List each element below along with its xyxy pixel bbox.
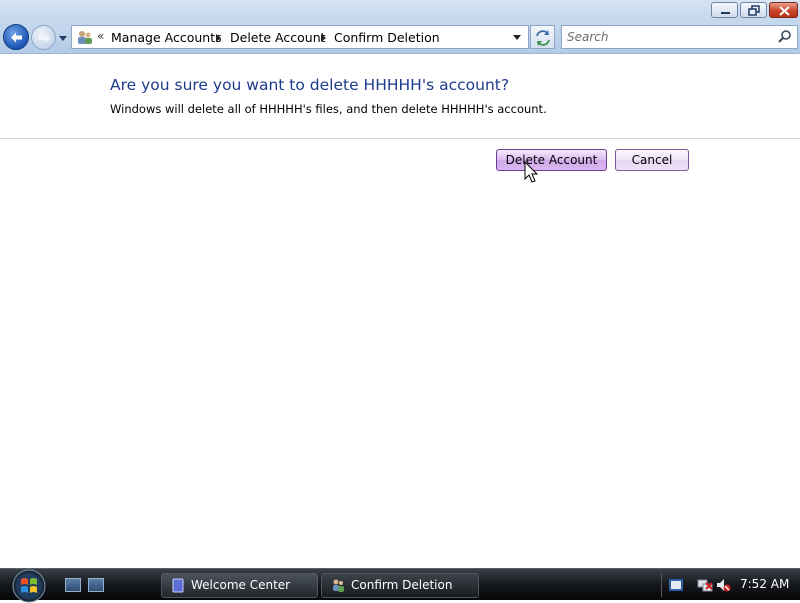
taskbar: Welcome Center Confirm Deletion 7:52 AM xyxy=(0,568,800,603)
search-placeholder: Search xyxy=(567,30,609,44)
forward-button[interactable] xyxy=(31,25,56,50)
clock[interactable]: 7:52 AM xyxy=(740,577,789,591)
divider xyxy=(0,138,800,139)
user-accounts-icon xyxy=(78,31,92,44)
user-accounts-icon xyxy=(333,579,344,592)
show-desktop-icon[interactable] xyxy=(65,578,81,592)
mouse-pointer-icon xyxy=(524,161,539,183)
minimize-icon xyxy=(721,12,730,14)
taskbar-item-label: Confirm Deletion xyxy=(351,578,453,592)
close-button[interactable] xyxy=(769,2,798,18)
restore-icon xyxy=(748,5,760,16)
back-arrow-icon xyxy=(11,32,22,43)
breadcrumb-confirm-deletion[interactable]: Confirm Deletion xyxy=(334,30,440,45)
refresh-button[interactable] xyxy=(530,25,555,49)
search-icon[interactable] xyxy=(777,29,793,45)
navigation-bar: « Manage Accounts Delete Account Confirm… xyxy=(0,21,800,54)
minimize-button[interactable] xyxy=(711,2,738,18)
restore-button[interactable] xyxy=(740,2,767,18)
welcome-center-icon xyxy=(172,578,184,593)
tray-separator xyxy=(661,573,662,597)
recent-pages-button[interactable] xyxy=(57,30,69,44)
breadcrumb-separator-icon[interactable] xyxy=(321,34,326,42)
close-icon xyxy=(779,6,790,16)
breadcrumb-separator-icon[interactable] xyxy=(216,34,221,42)
back-button[interactable] xyxy=(3,24,29,50)
content-area: Are you sure you want to delete HHHHH's … xyxy=(0,55,800,568)
refresh-icon xyxy=(536,30,550,46)
search-input[interactable]: Search xyxy=(561,25,798,49)
taskbar-item-label: Welcome Center xyxy=(191,578,291,592)
network-icon[interactable] xyxy=(697,577,713,593)
page-title: Are you sure you want to delete HHHHH's … xyxy=(110,76,510,94)
switch-windows-icon[interactable] xyxy=(88,578,104,592)
taskbar-item-confirm-deletion[interactable]: Confirm Deletion xyxy=(321,573,479,598)
start-button[interactable] xyxy=(9,569,49,603)
breadcrumb-manage-accounts[interactable]: Manage Accounts xyxy=(111,30,222,45)
address-bar[interactable]: « Manage Accounts Delete Account Confirm… xyxy=(71,25,529,49)
address-dropdown-icon[interactable] xyxy=(513,35,521,40)
confirmation-message: Windows will delete all of HHHHH's files… xyxy=(110,102,547,116)
chevron-down-icon xyxy=(59,36,67,41)
cancel-button[interactable]: Cancel xyxy=(615,149,689,171)
breadcrumb-delete-account[interactable]: Delete Account xyxy=(230,30,326,45)
language-bar-icon[interactable] xyxy=(668,577,684,593)
forward-arrow-icon xyxy=(39,33,50,43)
title-bar xyxy=(0,0,800,21)
taskbar-item-welcome-center[interactable]: Welcome Center xyxy=(161,573,318,598)
overflow-chevron-icon[interactable]: « xyxy=(97,29,104,43)
delete-account-button[interactable]: Delete Account xyxy=(496,149,607,171)
volume-muted-icon[interactable] xyxy=(715,577,731,593)
